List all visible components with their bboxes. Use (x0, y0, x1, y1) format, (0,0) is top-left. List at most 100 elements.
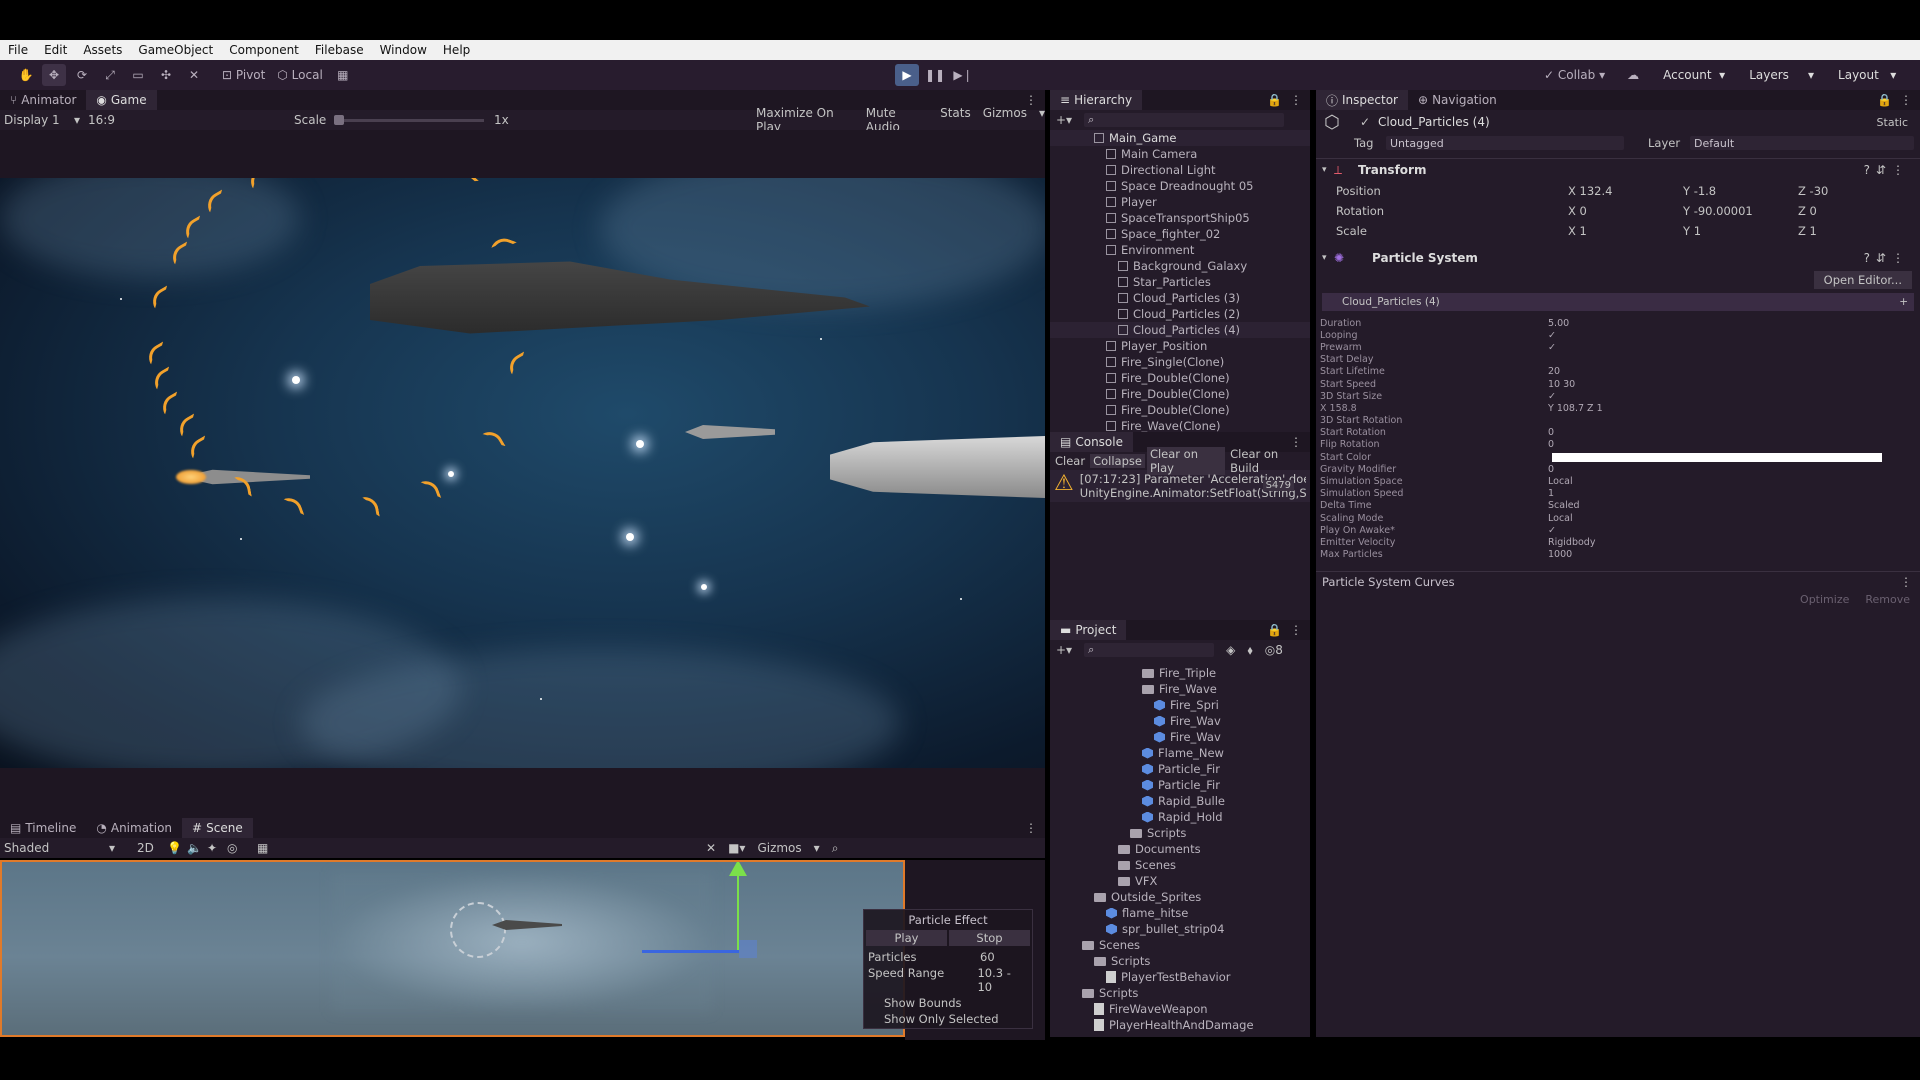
game-tab-menu-icon[interactable]: ⋮ (1025, 93, 1037, 107)
particle-emitter-gizmo[interactable] (450, 902, 506, 958)
optimize-button[interactable]: Optimize (1800, 593, 1849, 606)
scene-viewport[interactable] (0, 860, 905, 1037)
project-item[interactable]: Fire_Spri (1050, 697, 1310, 713)
scene-search-icon[interactable]: ⌕ (832, 841, 839, 856)
project-item[interactable]: Documents (1050, 841, 1310, 857)
tab-console[interactable]: ▤ Console (1050, 432, 1133, 452)
scale-tool-icon[interactable]: ⤢ (98, 64, 122, 86)
component-menu-icons[interactable]: ?⇵⋮ (1864, 163, 1910, 177)
rotation-z-field[interactable]: Z 0 (1798, 204, 1817, 218)
curves-menu-icon[interactable]: ⋮ (1900, 575, 1912, 589)
tab-project[interactable]: ▬ Project (1050, 620, 1127, 640)
scale-slider[interactable] (334, 114, 484, 125)
scale-x-field[interactable]: X 1 (1568, 224, 1683, 238)
project-item[interactable]: Particle_Fir (1050, 777, 1310, 793)
grid-icon[interactable]: ▦ (257, 841, 277, 855)
hierarchy-item[interactable]: Fire_Double(Clone) (1050, 370, 1310, 386)
particle-property-row[interactable]: Start Color (1316, 451, 1920, 463)
effects-icon[interactable]: ✦ (207, 841, 227, 855)
shading-dropdown[interactable]: Shaded (4, 841, 109, 855)
project-item[interactable]: spr_bullet_strip04 (1050, 921, 1310, 937)
hidden-objects-icon[interactable]: ◎ (227, 841, 257, 855)
hierarchy-item[interactable]: Main Camera (1050, 146, 1310, 162)
project-item[interactable]: PlayerTestBehavior (1050, 969, 1310, 985)
rotation-x-field[interactable]: X 0 (1568, 204, 1683, 218)
tab-hierarchy[interactable]: ≡ Hierarchy (1050, 90, 1143, 110)
menu-edit[interactable]: Edit (36, 43, 75, 57)
particle-property-row[interactable]: Prewarm ✓ (1316, 341, 1920, 353)
scale-slider-thumb[interactable] (334, 114, 344, 125)
tab-game[interactable]: ◉ Game (86, 90, 157, 110)
tag-dropdown[interactable]: Untagged (1386, 136, 1624, 150)
tab-timeline[interactable]: ▤ Timeline (0, 818, 86, 838)
object-name-field[interactable]: Cloud_Particles (4) (1378, 115, 1490, 129)
particle-property-row[interactable]: Simulation Speed 1 (1316, 488, 1920, 500)
custom-tool-icon[interactable]: ✕ (182, 64, 206, 86)
project-item[interactable]: Outside_Sprites (1050, 889, 1310, 905)
move-gizmo-y-arrow[interactable] (729, 862, 747, 876)
tab-inspector[interactable]: ⓘ Inspector (1316, 90, 1408, 110)
module-add-icon[interactable]: + (1899, 296, 1908, 308)
hierarchy-menu-icon[interactable]: ⋮ (1290, 93, 1302, 107)
menu-help[interactable]: Help (435, 43, 478, 57)
position-x-field[interactable]: X 132.4 (1568, 184, 1683, 198)
particle-property-row[interactable]: Gravity Modifier 0 (1316, 463, 1920, 475)
camera-icon[interactable]: ■▾ (728, 841, 745, 855)
hierarchy-item[interactable]: Cloud_Particles (3) (1050, 290, 1310, 306)
create-asset-icon[interactable]: +▾ (1056, 643, 1072, 657)
show-bounds-toggle[interactable]: Show Bounds (864, 995, 1032, 1011)
module-header[interactable]: Cloud_Particles (4) + (1322, 293, 1914, 311)
tab-scene[interactable]: # Scene (182, 818, 253, 838)
step-button[interactable]: ▶❘ (951, 64, 975, 86)
scene-gizmos-toggle[interactable]: Gizmos (757, 841, 801, 855)
menu-filebase[interactable]: Filebase (307, 43, 372, 57)
project-item[interactable]: Scripts (1050, 985, 1310, 1001)
label-icon[interactable]: ⬧ (1247, 643, 1252, 658)
particle-property-row[interactable]: Duration 5.00 (1316, 317, 1920, 329)
game-viewport[interactable] (0, 178, 1045, 768)
particle-stop-button[interactable]: Stop (949, 930, 1030, 946)
project-item[interactable]: Scenes (1050, 937, 1310, 953)
hierarchy-item[interactable]: Background_Galaxy (1050, 258, 1310, 274)
add-object-icon[interactable]: +▾ (1056, 113, 1072, 127)
hierarchy-item[interactable]: Player_Position (1050, 338, 1310, 354)
project-item[interactable]: Fire_Wav (1050, 729, 1310, 745)
project-item[interactable]: Fire_Wav (1050, 713, 1310, 729)
project-item[interactable]: Rapid_Hold (1050, 809, 1310, 825)
position-z-field[interactable]: Z -30 (1798, 184, 1828, 198)
ps-menu-icons[interactable]: ?⇵⋮ (1864, 251, 1910, 265)
layout-dropdown[interactable]: Layout ▾ (1832, 64, 1902, 86)
hierarchy-item[interactable]: Player (1050, 194, 1310, 210)
particle-property-row[interactable]: Delta Time Scaled (1316, 500, 1920, 512)
play-button[interactable]: ▶ (895, 64, 919, 86)
project-item[interactable]: PlayerHealthAndDamage (1050, 1017, 1310, 1033)
active-checkbox[interactable]: ✓ (1360, 115, 1378, 129)
pivot-toggle[interactable]: ⊡ Pivot (218, 64, 269, 86)
transform-tool-icon[interactable]: ✣ (154, 64, 178, 86)
lock-icon[interactable]: 🔒 (1267, 93, 1282, 107)
show-only-selected-toggle[interactable]: Show Only Selected (864, 1011, 1032, 1027)
scale-z-field[interactable]: Z 1 (1798, 224, 1817, 238)
static-toggle[interactable]: Static (1877, 116, 1908, 129)
console-message[interactable]: ⚠ [07:17:23] Parameter 'Acceleration' do… (1050, 470, 1310, 502)
aspect-dropdown[interactable]: 16:9 (88, 113, 278, 127)
particle-property-row[interactable]: Looping ✓ (1316, 329, 1920, 341)
start-color-swatch[interactable] (1552, 452, 1882, 462)
hierarchy-item[interactable]: Fire_Double(Clone) (1050, 386, 1310, 402)
particle-property-row[interactable]: Play On Awake* ✓ (1316, 524, 1920, 536)
rotate-tool-icon[interactable]: ⟳ (70, 64, 94, 86)
move-gizmo-z-axis[interactable] (642, 950, 739, 953)
hierarchy-root[interactable]: Main_Game (1050, 130, 1310, 146)
console-clear-on-build-toggle[interactable]: Clear on Build (1227, 447, 1310, 475)
particle-property-row[interactable]: Flip Rotation 0 (1316, 439, 1920, 451)
grid-snap-icon[interactable]: ▦ (331, 64, 355, 86)
console-collapse-toggle[interactable]: Collapse (1090, 454, 1145, 468)
project-item[interactable]: flame_hitse (1050, 905, 1310, 921)
project-item[interactable]: FireWaveWeapon (1050, 1001, 1310, 1017)
rect-tool-icon[interactable]: ▭ (126, 64, 150, 86)
hierarchy-item[interactable]: Environment (1050, 242, 1310, 258)
project-item[interactable]: Particle_Fir (1050, 761, 1310, 777)
particle-play-button[interactable]: Play (866, 930, 947, 946)
tools-icon[interactable]: ✕ (706, 841, 716, 855)
inspector-menu-icon[interactable]: ⋮ (1900, 93, 1912, 107)
